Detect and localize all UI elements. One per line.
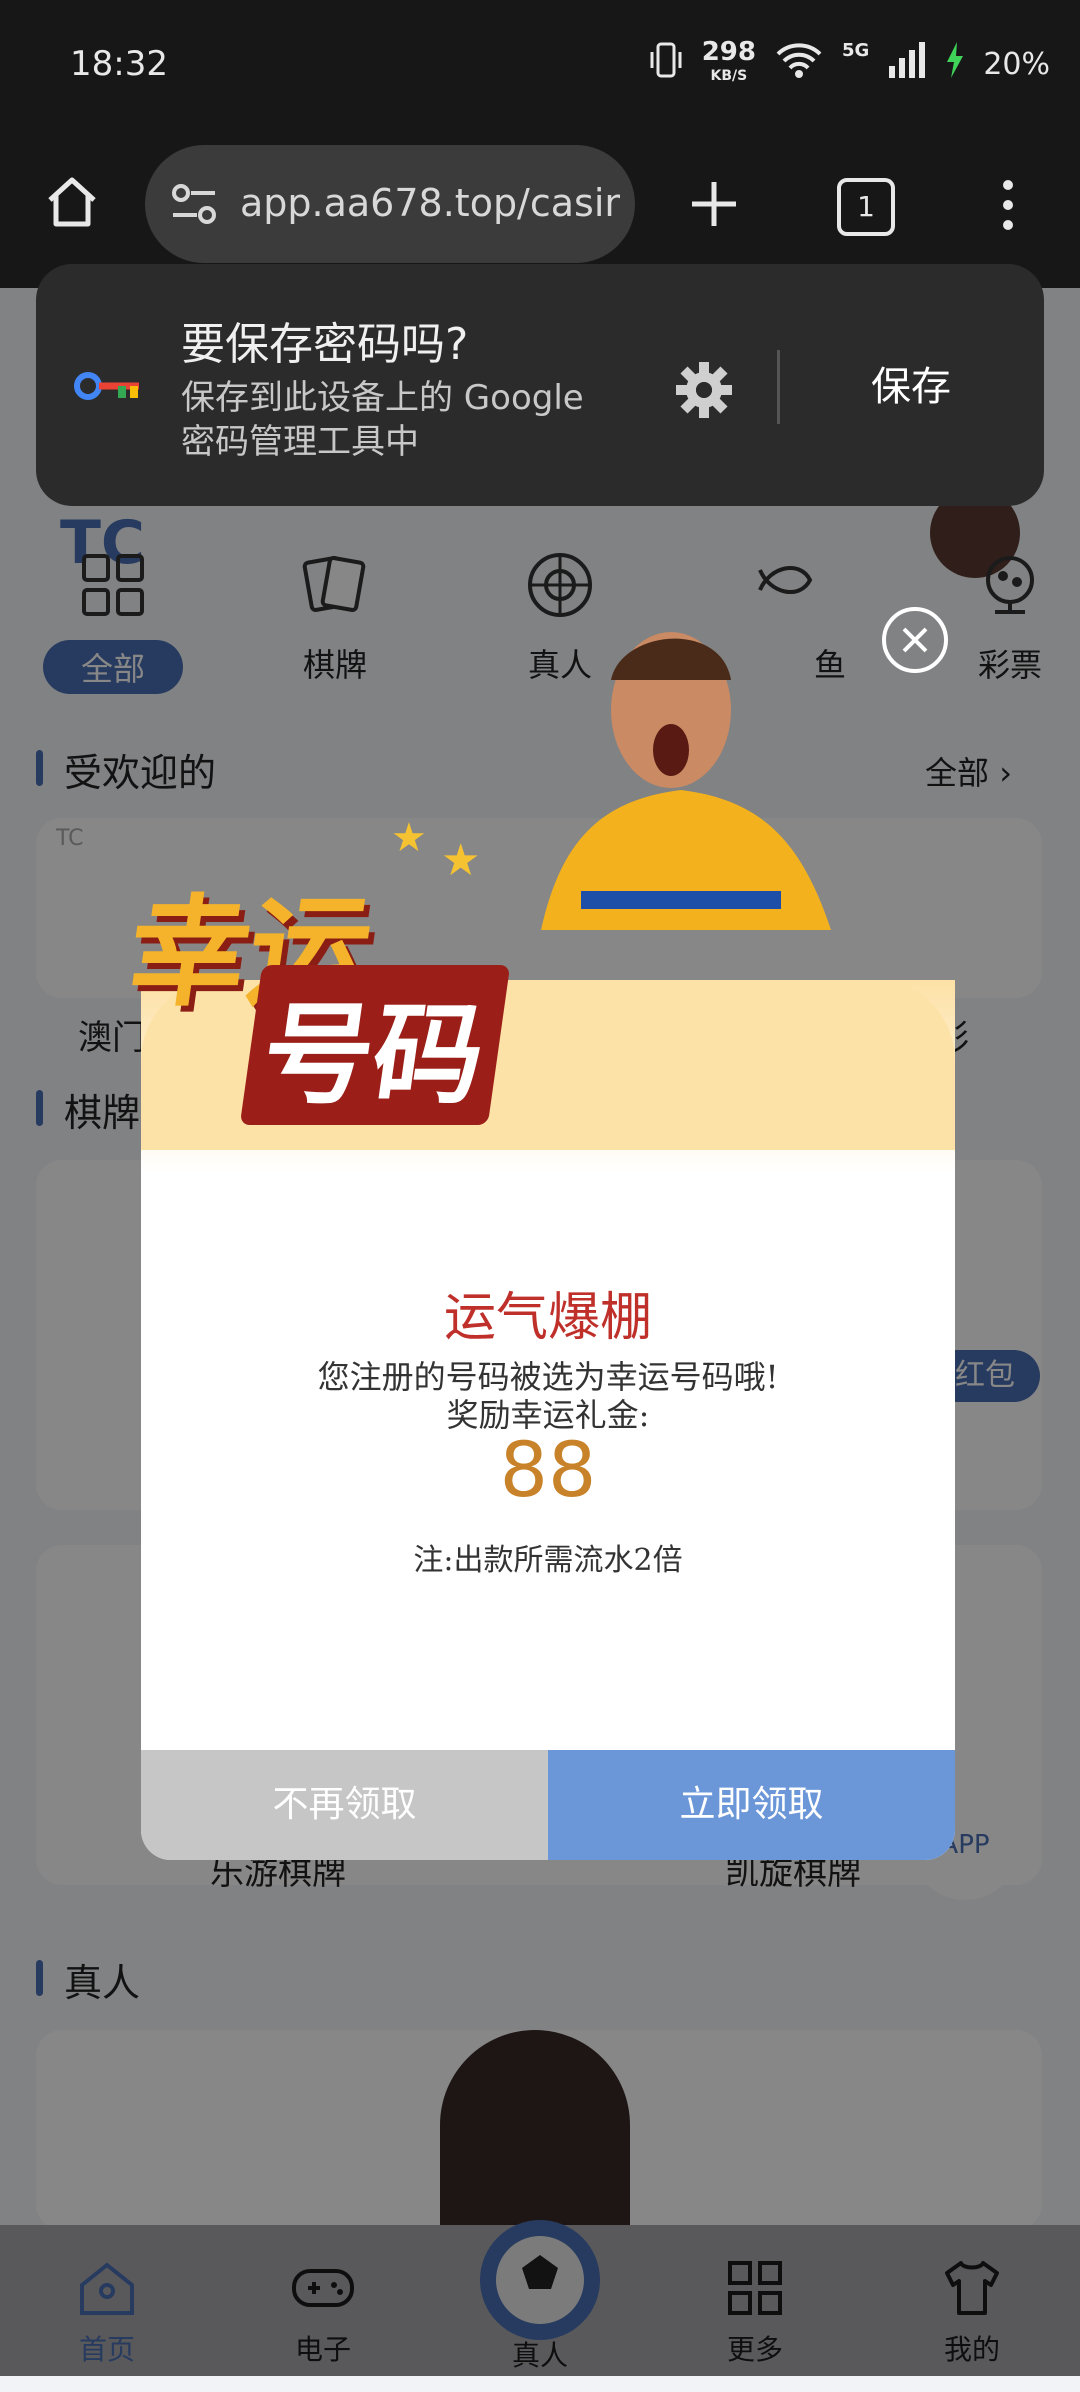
password-prompt-subtitle: 保存到此设备上的 Google 密码管理工具中 xyxy=(181,378,584,462)
status-time: 18:32 xyxy=(70,44,168,84)
site-settings-icon[interactable] xyxy=(169,181,219,231)
new-tab-icon[interactable] xyxy=(688,178,740,234)
nav-overlay xyxy=(0,2225,1080,2376)
battery-level: 20% xyxy=(983,46,1050,82)
claim-button[interactable]: 立即领取 xyxy=(548,1750,955,1860)
status-icons: 298 KB/S 5G 20% xyxy=(648,37,1050,88)
modal-note: 注:出款所需流水2倍 xyxy=(413,1543,683,1578)
vibrate-icon xyxy=(648,40,684,88)
close-icon xyxy=(902,627,928,653)
save-password-prompt: 要保存密码吗? 保存到此设备上的 Google 密码管理工具中 保存 xyxy=(36,264,1044,506)
star-icon: ★ xyxy=(441,835,481,886)
modal-heading: 运气爆棚 xyxy=(443,1288,652,1348)
lucky-number-modal: ★ ★ 幸运 号码 运气爆棚 您注册的号码被选为幸运号码哦! 奖励幸运礼金: 8… xyxy=(120,632,955,1860)
prompt-divider xyxy=(777,350,780,424)
home-icon[interactable] xyxy=(42,172,102,236)
close-modal-button[interactable] xyxy=(882,607,948,673)
status-bar: 18:32 298 KB/S 5G 20% xyxy=(0,0,1080,130)
password-key-icon xyxy=(74,368,144,408)
bonus-amount: 88 xyxy=(499,1425,597,1514)
wifi-icon xyxy=(774,40,824,88)
signal-icon xyxy=(887,40,927,88)
charging-icon xyxy=(945,42,965,86)
lucky-number-badge: ★ ★ 幸运 号码 xyxy=(120,815,561,1125)
address-bar[interactable]: app.aa678.top/casin xyxy=(145,145,635,263)
gear-icon[interactable] xyxy=(672,358,736,426)
star-icon: ★ xyxy=(391,815,427,861)
signal-5g: 5G xyxy=(842,40,870,61)
net-speed: 298 KB/S xyxy=(701,37,756,84)
badge-text-line2: 号码 xyxy=(239,965,511,1125)
url-text[interactable]: app.aa678.top/casin xyxy=(240,181,620,225)
more-menu-icon[interactable] xyxy=(998,178,1018,236)
save-password-button[interactable]: 保存 xyxy=(871,354,951,412)
tab-switcher-button[interactable]: 1 xyxy=(837,178,895,236)
password-prompt-title: 要保存密码吗? xyxy=(181,319,469,370)
decline-button[interactable]: 不再领取 xyxy=(141,1750,548,1860)
